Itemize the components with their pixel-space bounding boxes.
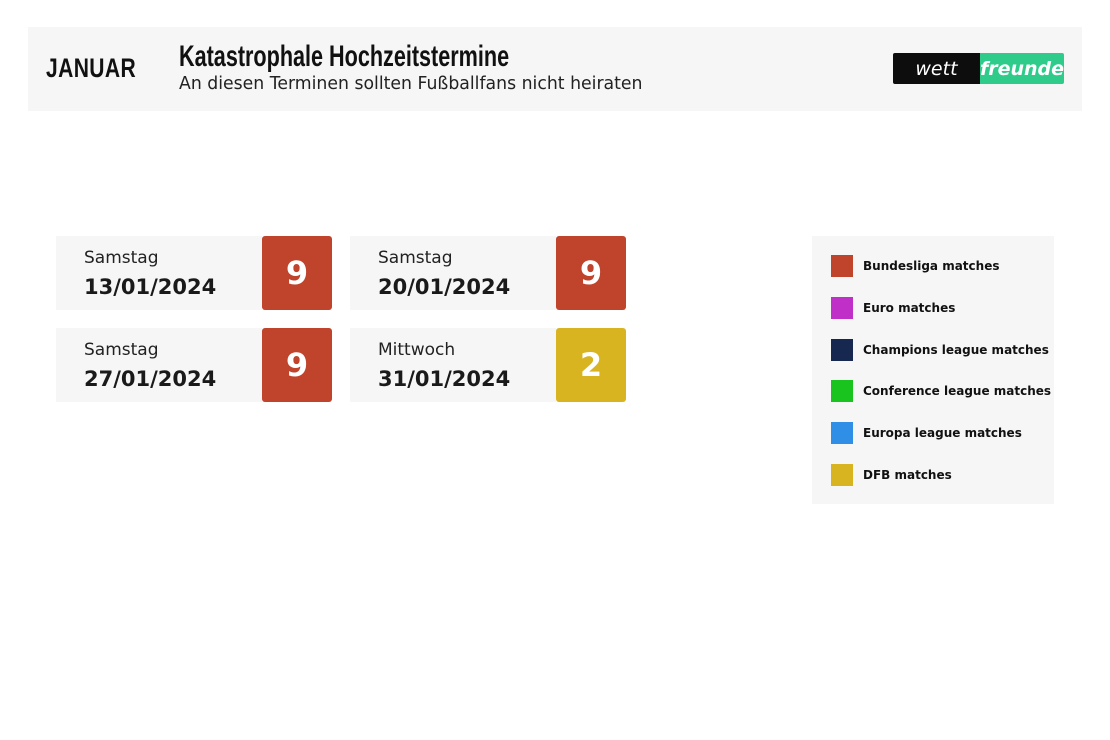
date-card: Samstag 20/01/2024 9 bbox=[350, 236, 626, 310]
date-card: Samstag 27/01/2024 9 bbox=[56, 328, 332, 402]
legend-label: Bundesliga matches bbox=[863, 259, 1000, 273]
header-bar: JANUAR Katastrophale Hochzeitstermine An… bbox=[28, 27, 1082, 111]
legend-label: Euro matches bbox=[863, 301, 956, 315]
date-label: 20/01/2024 bbox=[378, 275, 511, 299]
date-label: 27/01/2024 bbox=[84, 367, 217, 391]
logo-text-wett: wett bbox=[893, 53, 980, 84]
legend: Bundesliga matches Euro matches Champion… bbox=[812, 236, 1054, 504]
legend-item-champions: Champions league matches bbox=[831, 339, 1049, 361]
legend-label: Europa league matches bbox=[863, 426, 1022, 440]
legend-label: Conference league matches bbox=[863, 384, 1052, 398]
legend-swatch bbox=[831, 422, 853, 444]
legend-swatch bbox=[831, 339, 853, 361]
match-count-badge: 9 bbox=[262, 236, 332, 310]
date-label: 31/01/2024 bbox=[378, 367, 511, 391]
legend-item-dfb: DFB matches bbox=[831, 464, 952, 486]
date-box: Mittwoch 31/01/2024 bbox=[350, 328, 556, 402]
date-card: Mittwoch 31/01/2024 2 bbox=[350, 328, 626, 402]
month-label: JANUAR bbox=[46, 53, 137, 83]
legend-item-euro: Euro matches bbox=[831, 297, 955, 319]
legend-label: DFB matches bbox=[863, 468, 952, 482]
legend-item-europa: Europa league matches bbox=[831, 422, 1022, 444]
legend-item-conference: Conference league matches bbox=[831, 380, 1051, 402]
page-title: Katastrophale Hochzeitstermine bbox=[179, 40, 510, 73]
legend-swatch bbox=[831, 255, 853, 277]
legend-swatch bbox=[831, 297, 853, 319]
legend-swatch bbox=[831, 380, 853, 402]
legend-swatch bbox=[831, 464, 853, 486]
match-count-badge: 2 bbox=[556, 328, 626, 402]
date-box: Samstag 27/01/2024 bbox=[56, 328, 262, 402]
match-count-badge: 9 bbox=[556, 236, 626, 310]
wettfreunde-logo[interactable]: wett freunde bbox=[893, 53, 1064, 84]
weekday-label: Samstag bbox=[84, 248, 159, 268]
match-count-badge: 9 bbox=[262, 328, 332, 402]
weekday-label: Samstag bbox=[84, 340, 159, 360]
date-box: Samstag 13/01/2024 bbox=[56, 236, 262, 310]
weekday-label: Samstag bbox=[378, 248, 453, 268]
date-label: 13/01/2024 bbox=[84, 275, 217, 299]
weekday-label: Mittwoch bbox=[378, 340, 456, 360]
legend-label: Champions league matches bbox=[863, 343, 1049, 357]
date-card: Samstag 13/01/2024 9 bbox=[56, 236, 332, 310]
date-box: Samstag 20/01/2024 bbox=[350, 236, 556, 310]
legend-item-bundesliga: Bundesliga matches bbox=[831, 255, 999, 277]
logo-text-freunde: freunde bbox=[979, 53, 1064, 84]
page-subtitle: An diesen Terminen sollten Fußballfans n… bbox=[179, 73, 643, 94]
